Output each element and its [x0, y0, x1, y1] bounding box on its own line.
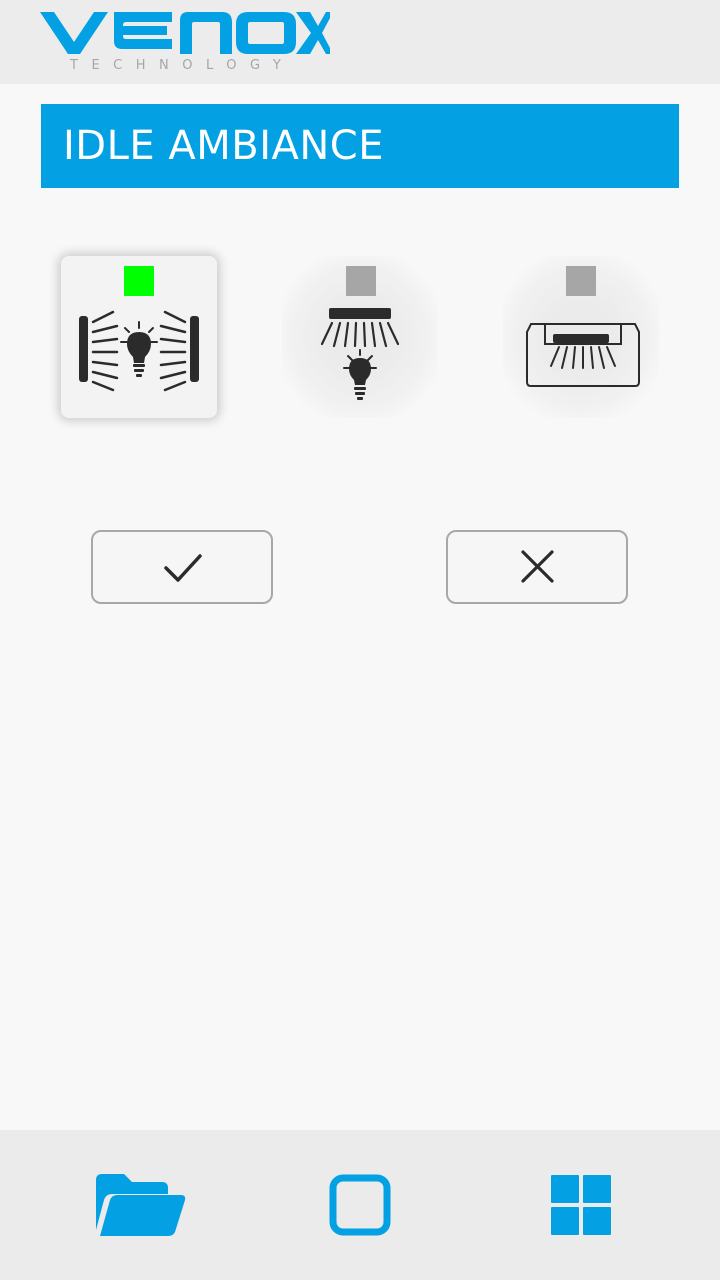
- logo-tagline: TECHNOLOGY: [70, 58, 295, 73]
- close-icon: [521, 550, 554, 583]
- ceiling-light-bulb-icon: [320, 308, 400, 400]
- side-lights-bulb-icon: [79, 310, 199, 392]
- mode-side-lights[interactable]: [61, 256, 217, 418]
- cancel-button[interactable]: [446, 530, 628, 604]
- page-title-bar: IDLE AMBIANCE: [41, 104, 679, 188]
- checkmark-icon: [164, 554, 202, 582]
- grid-icon[interactable]: [550, 1174, 612, 1236]
- mode-ceiling-light[interactable]: [282, 256, 438, 418]
- bottom-nav: [0, 1130, 720, 1280]
- header: TECHNOLOGY: [0, 0, 720, 84]
- folder-icon[interactable]: [94, 1172, 186, 1238]
- confirm-button[interactable]: [91, 530, 273, 604]
- page-title: IDLE AMBIANCE: [63, 123, 384, 169]
- mode-cabinet-light[interactable]: [503, 256, 659, 418]
- square-icon[interactable]: [329, 1174, 391, 1236]
- under-cabinet-light-icon: [526, 323, 640, 387]
- venox-logo: [40, 12, 330, 54]
